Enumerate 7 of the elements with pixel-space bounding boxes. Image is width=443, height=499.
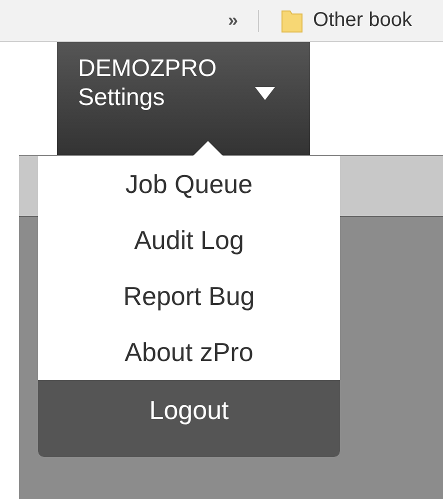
menu-pointer [193, 141, 223, 156]
bookmark-folder[interactable]: Other book [313, 9, 412, 32]
folder-icon [281, 8, 304, 32]
logout-item[interactable]: Logout [38, 380, 340, 457]
more-bookmarks-button[interactable]: » [224, 10, 242, 31]
caret-icon [255, 87, 275, 100]
account-menu-button[interactable]: DEMOZPRO Settings [57, 42, 310, 155]
